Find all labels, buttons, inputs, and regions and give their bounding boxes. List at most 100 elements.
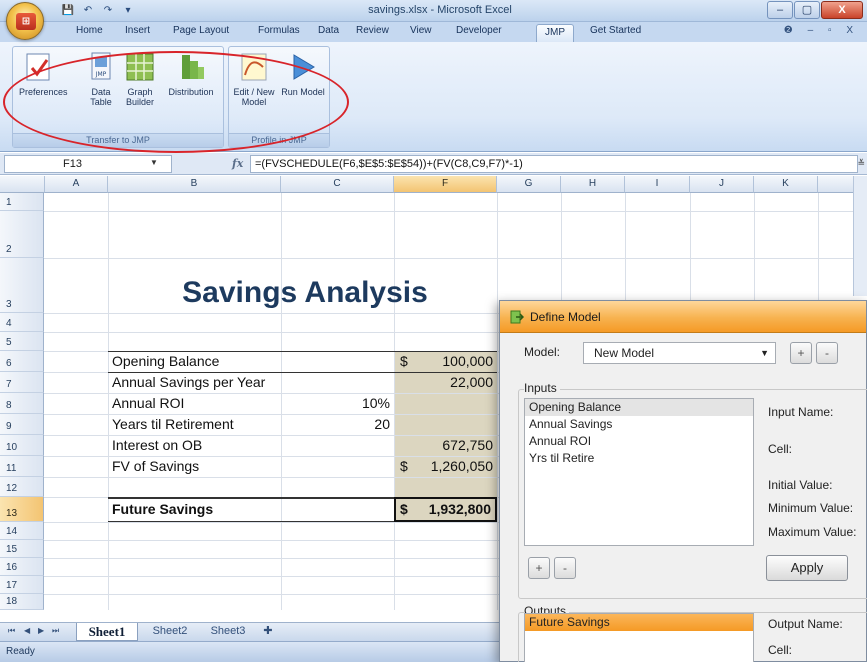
run-model-icon [293,54,315,80]
dialog-title-bar[interactable]: Define Model [500,301,866,333]
row-header-9[interactable]: 9 [0,414,44,435]
tab-insert[interactable]: Insert [125,25,150,36]
next-sheet-icon[interactable]: ▶ [38,626,44,635]
add-model-button[interactable]: + [790,342,812,364]
gridline [44,211,854,212]
row-header-18[interactable]: 18 [0,594,44,610]
cell-b13[interactable]: Future Savings [112,501,213,517]
model-select[interactable]: New Model ▼ [583,342,776,364]
sheet-title[interactable]: Savings Analysis [110,276,500,310]
tab-home[interactable]: Home [76,25,103,36]
cell-f11[interactable]: 1,260,050 [400,458,493,474]
distribution-button[interactable]: Distribution [163,51,219,97]
data-table-button[interactable]: JMP Data Table [85,51,117,107]
edit-new-model-button[interactable]: Edit / New Model [232,51,276,107]
row-header-11[interactable]: 11 [0,456,44,477]
prev-sheet-icon[interactable]: ◀ [24,626,30,635]
input-item-annual-roi[interactable]: Annual ROI [525,433,753,450]
column-header-h[interactable]: H [561,176,625,193]
row-header-12[interactable]: 12 [0,477,44,497]
tab-developer[interactable]: Developer [456,25,502,36]
select-all-corner[interactable] [0,176,45,193]
cell-b7[interactable]: Annual Savings per Year [112,374,265,390]
input-item-annual-savings[interactable]: Annual Savings [525,416,753,433]
tab-sheet1[interactable]: Sheet1 [76,623,138,641]
name-box[interactable]: F13 [4,155,172,173]
row-header-8[interactable]: 8 [0,393,44,414]
tab-sheet2[interactable]: Sheet2 [142,623,198,641]
row-header-6[interactable]: 6 [0,351,44,372]
cell-b6[interactable]: Opening Balance [112,353,219,369]
tab-formulas[interactable]: Formulas [258,25,300,36]
insert-sheet-icon[interactable]: ✚ [258,623,278,641]
cell-b10[interactable]: Interest on OB [112,437,202,453]
tab-jmp[interactable]: JMP [536,24,574,42]
column-header-g[interactable]: G [497,176,561,193]
row-header-7[interactable]: 7 [0,372,44,393]
input-item-yrs-til-retire[interactable]: Yrs til Retire [525,450,753,467]
remove-input-button[interactable]: - [554,557,576,579]
graph-builder-button[interactable]: Graph Builder [123,51,157,107]
input-item-opening-balance[interactable]: Opening Balance [525,399,753,416]
tab-view[interactable]: View [410,25,432,36]
remove-model-button[interactable]: - [816,342,838,364]
row-header-2[interactable]: 2 [0,211,44,258]
row-header-14[interactable]: 14 [0,522,44,540]
cell-f13[interactable]: 1,932,800 [400,501,491,517]
row-header-17[interactable]: 17 [0,576,44,594]
close-button[interactable]: X [821,1,863,19]
tab-get-started[interactable]: Get Started [590,25,641,36]
expand-formula-bar-icon[interactable]: ≚ [857,158,865,169]
maximize-button[interactable]: ▢ [794,1,820,19]
column-header-a[interactable]: A [45,176,108,193]
column-header-i[interactable]: I [625,176,690,193]
row-header-10[interactable]: 10 [0,435,44,456]
cell-f10[interactable]: 672,750 [400,437,493,453]
save-icon[interactable]: 💾 [60,3,76,19]
column-header-b[interactable]: B [108,176,281,193]
cell-b9[interactable]: Years til Retirement [112,416,234,432]
undo-icon[interactable]: ↶ [80,3,96,19]
row-header-1[interactable]: 1 [0,193,44,211]
column-header-more[interactable] [818,176,854,193]
insert-function-icon[interactable]: fx [232,157,243,170]
cell-c9[interactable]: 20 [285,416,390,432]
row-header-16[interactable]: 16 [0,558,44,576]
cell-c8[interactable]: 10% [285,395,390,411]
tab-review[interactable]: Review [356,25,389,36]
cell-b11[interactable]: FV of Savings [112,458,199,474]
tab-data[interactable]: Data [318,25,339,36]
cell-f6[interactable]: 100,000 [400,353,493,369]
column-header-k[interactable]: K [754,176,818,193]
name-box-dropdown-icon[interactable]: ▼ [150,158,158,167]
cell-f7[interactable]: 22,000 [400,374,493,390]
cell-b8[interactable]: Annual ROI [112,395,184,411]
row-header-5[interactable]: 5 [0,332,44,351]
ribbon-window-controls[interactable]: ❷ – ▫ X [784,25,859,36]
office-button[interactable]: ⊞ [6,2,44,40]
first-sheet-icon[interactable]: ⏮ [8,626,15,636]
last-sheet-icon[interactable]: ⏭ [52,626,59,636]
add-input-button[interactable]: + [528,557,550,579]
output-item-future-savings[interactable]: Future Savings [525,614,753,631]
vertical-scrollbar[interactable] [853,176,867,296]
row-header-3[interactable]: 3 [0,258,44,313]
column-header-f[interactable]: F [394,176,497,193]
run-model-button[interactable]: Run Model [281,51,325,97]
formula-input[interactable]: =(FVSCHEDULE(F6,$E$5:$E$54))+(FV(C8,C9,F… [250,155,858,173]
outputs-list[interactable]: Future Savings [524,613,754,662]
column-header-c[interactable]: C [281,176,394,193]
customize-qat-icon[interactable]: ▾ [120,3,136,19]
tab-page-layout[interactable]: Page Layout [173,25,229,36]
column-header-j[interactable]: J [690,176,754,193]
initial-value-label: Initial Value: [768,478,833,492]
row-header-13[interactable]: 13 [0,497,44,522]
minimize-button[interactable]: – [767,1,793,19]
tab-sheet3[interactable]: Sheet3 [200,623,256,641]
row-header-15[interactable]: 15 [0,540,44,558]
preferences-button[interactable]: Preferences [19,51,68,97]
redo-icon[interactable]: ↷ [100,3,116,19]
apply-button[interactable]: Apply [766,555,848,581]
row-header-4[interactable]: 4 [0,313,44,332]
inputs-list[interactable]: Opening Balance Annual Savings Annual RO… [524,398,754,546]
